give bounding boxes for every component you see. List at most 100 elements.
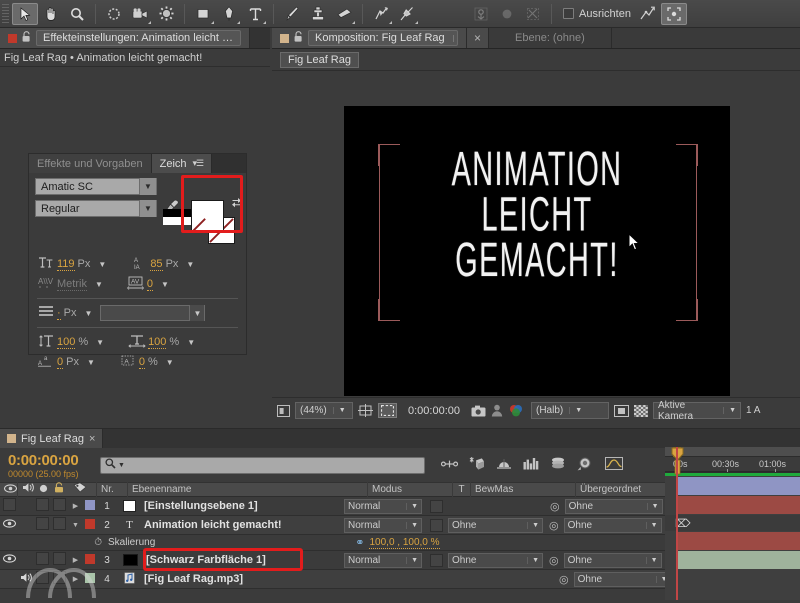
composition-breadcrumb[interactable]: Fig Leaf Rag — [280, 52, 359, 68]
composition-stage[interactable]: ANIMATION LEICHT GEMACHT! (44%) ▼ — [272, 78, 800, 423]
time-display-block[interactable]: 0:00:00:00 00000 (25.00 fps) — [0, 452, 100, 479]
resolution-chevron-icon[interactable]: ▼ — [569, 407, 582, 414]
camera-view-chevron-icon[interactable]: ▼ — [723, 407, 736, 414]
toolbar-grip[interactable] — [2, 4, 9, 24]
kerning-value[interactable]: Metrik — [57, 278, 87, 291]
column-number[interactable]: Nr. — [97, 482, 128, 497]
layer3-parent-pickwhip-icon[interactable]: ◎ — [549, 554, 559, 567]
layer1-expand-triangle[interactable]: ▶ — [69, 502, 82, 510]
layer4-duration-bar[interactable] — [678, 551, 800, 569]
stroke-width-value[interactable]: · — [57, 307, 61, 320]
roto-brush-tool[interactable] — [368, 3, 394, 25]
composition-lock-icon[interactable] — [294, 31, 303, 45]
composition-tab-close-button[interactable]: × — [467, 28, 489, 48]
enable-motion-blur-icon[interactable] — [496, 458, 512, 473]
layer1-track-matte-box[interactable] — [430, 500, 443, 513]
layer3-mode-chevron-icon[interactable]: ▼ — [406, 557, 418, 564]
layer4-name[interactable]: [Fig Leaf Rag.mp3] — [144, 573, 344, 585]
layer-switches-icon[interactable] — [577, 457, 594, 474]
layer3-track-matte-chevron-icon[interactable]: ▼ — [527, 557, 539, 564]
selection-tool[interactable] — [12, 3, 38, 25]
pan-behind-tool[interactable] — [153, 3, 179, 25]
layer1-name[interactable]: [Einstellungsebene 1] — [144, 500, 344, 512]
layer2-track-matte-box[interactable] — [430, 519, 443, 532]
tsume-dropdown-icon[interactable]: ▼ — [166, 358, 174, 367]
column-audio-switch[interactable] — [18, 482, 35, 497]
eraser-tool[interactable] — [331, 3, 357, 25]
timeline-graph-area[interactable]: 00s 00:30s 01:00s ⌦ — [665, 447, 800, 600]
baseline-shift-dropdown-icon[interactable]: ▼ — [87, 358, 95, 367]
layer4-parent-pickwhip-icon[interactable]: ◎ — [559, 573, 569, 586]
layer2-solo-toggle[interactable] — [35, 517, 50, 533]
layer3-track-matte-box[interactable] — [430, 554, 443, 567]
stroke-width-dropdown-icon[interactable]: ▼ — [85, 309, 93, 318]
link-constrain-icon[interactable]: ⚭ — [355, 536, 364, 549]
pen-tool[interactable] — [216, 3, 242, 25]
text-tool[interactable] — [242, 3, 268, 25]
layer2-track-matte-select[interactable]: Ohne ▼ — [448, 518, 543, 533]
layer2-name[interactable]: Animation leicht gemacht! — [144, 519, 344, 531]
column-track-matte[interactable]: BewMas — [471, 482, 576, 497]
layer2-parent-chevron-icon[interactable]: ▼ — [646, 522, 658, 529]
composition-title-chevron-icon[interactable]: ▼ — [453, 35, 458, 42]
comp-current-time[interactable]: 0:00:00:00 — [402, 405, 466, 417]
vertical-scale-dropdown-icon[interactable]: ▼ — [96, 338, 104, 347]
always-preview-icon[interactable] — [277, 405, 290, 417]
chevron-down-icon-2[interactable]: ▼ — [139, 200, 156, 217]
tracking-dropdown-icon[interactable]: ▼ — [161, 280, 169, 289]
search-chevron-icon[interactable]: ▼ — [118, 462, 125, 469]
camera-tool[interactable] — [127, 3, 153, 25]
rotation-tool[interactable] — [101, 3, 127, 25]
fill-color-swatch[interactable] — [191, 200, 224, 233]
horizontal-scale-dropdown-icon[interactable]: ▼ — [187, 338, 195, 347]
layer2-track-matte-chevron-icon[interactable]: ▼ — [527, 522, 539, 529]
search-field[interactable] — [127, 459, 424, 471]
layer3-track-matte-select[interactable]: Ohne ▼ — [448, 553, 543, 568]
font-style-select[interactable]: Regular ▼ — [35, 200, 157, 217]
magnet-snap-icon[interactable] — [520, 3, 546, 25]
time-ruler[interactable]: 00s 00:30s 01:00s — [665, 458, 800, 472]
hand-tool[interactable] — [38, 3, 64, 25]
tab-composition[interactable]: Komposition: Fig Leaf Rag ▼ — [272, 28, 467, 48]
tsume-value[interactable]: 0 — [139, 356, 145, 369]
zoom-tool[interactable] — [64, 3, 90, 25]
shape-tool[interactable] — [190, 3, 216, 25]
font-size-value[interactable]: 119 — [57, 258, 75, 271]
lock-icon[interactable] — [22, 31, 31, 45]
column-solo-switch[interactable] — [35, 482, 50, 497]
kerning-dropdown-icon[interactable]: ▼ — [95, 280, 103, 289]
timeline-tracks[interactable]: ⌦ — [665, 472, 800, 600]
show-snapshot-icon[interactable] — [491, 404, 503, 417]
layer2-expand-triangle[interactable]: ▼ — [69, 522, 82, 529]
swap-fill-stroke-icon[interactable] — [231, 197, 242, 211]
graph-layers-icon[interactable] — [550, 457, 566, 473]
graph-editor-icon[interactable] — [635, 3, 661, 25]
layer2-property-value[interactable]: 100,0 , 100,0 % — [369, 537, 439, 549]
timeline-current-time[interactable]: 0:00:00:00 — [8, 452, 100, 469]
layer4-parent-select[interactable]: Ohne ▼ — [574, 572, 672, 587]
tracking-value[interactable]: 0 — [147, 278, 153, 291]
layer3-parent-chevron-icon[interactable]: ▼ — [646, 557, 658, 564]
align-toggle-group[interactable]: Ausrichten — [563, 8, 631, 20]
anchor-point-align-icon[interactable] — [468, 3, 494, 25]
layer2-parent-pickwhip-icon[interactable]: ◎ — [549, 519, 559, 532]
timeline-tab-close-button[interactable]: × — [89, 433, 95, 445]
leading-dropdown-icon[interactable]: ▼ — [186, 260, 194, 269]
hide-shy-layers-icon[interactable] — [441, 458, 458, 473]
layer-search-input[interactable]: ▼ — [100, 457, 425, 474]
column-mode[interactable]: Modus — [368, 482, 453, 497]
layer1-lock-toggle[interactable] — [50, 498, 69, 514]
grid-guides-icon[interactable] — [358, 404, 373, 417]
layer3-visibility-toggle[interactable] — [0, 554, 18, 566]
layer2-property-track[interactable]: ⌦ — [665, 515, 800, 531]
horizontal-scale-value[interactable]: 100 — [148, 336, 166, 349]
layer2-parent-select[interactable]: Ohne ▼ — [564, 518, 662, 533]
brainstorm-icon[interactable] — [523, 457, 539, 473]
stopwatch-icon[interactable]: ⏱ — [0, 537, 108, 548]
layer2-mode-chevron-icon[interactable]: ▼ — [406, 522, 418, 529]
panel-menu-icon[interactable]: ▾☰ — [193, 158, 204, 169]
layer1-parent-select[interactable]: Ohne ▼ — [565, 499, 663, 514]
puppet-pin-tool[interactable] — [394, 3, 420, 25]
layer1-mode-select[interactable]: Normal ▼ — [344, 499, 422, 514]
tab-effect-controls[interactable]: Effekteinstellungen: Animation leicht ge… — [0, 28, 250, 48]
